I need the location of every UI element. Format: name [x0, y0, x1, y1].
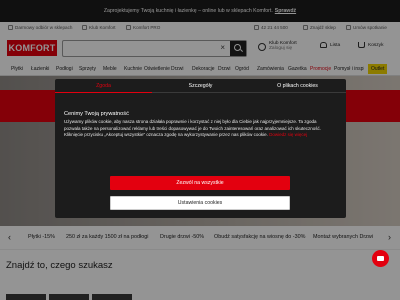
chat-button[interactable] — [372, 250, 389, 267]
consent-tabs: Zgoda Szczegóły O plikach cookies — [55, 79, 346, 93]
consent-text: Używamy plików cookie, aby nasza strona … — [64, 119, 322, 137]
tab-consent[interactable]: Zgoda — [55, 79, 152, 93]
accept-all-button[interactable]: Zezwól na wszystkie — [110, 176, 290, 190]
cookie-settings-button[interactable]: Ustawienia cookies — [110, 196, 290, 210]
tab-details[interactable]: Szczegóły — [152, 79, 249, 93]
cookie-consent-dialog: Zgoda Szczegóły O plikach cookies Cenimy… — [55, 79, 346, 218]
learn-more-link[interactable]: Dowiedz się więcej — [269, 132, 307, 137]
chat-icon — [377, 256, 384, 261]
tab-about-cookies[interactable]: O plikach cookies — [249, 79, 346, 93]
consent-title: Cenimy Twoją prywatność — [64, 111, 129, 117]
